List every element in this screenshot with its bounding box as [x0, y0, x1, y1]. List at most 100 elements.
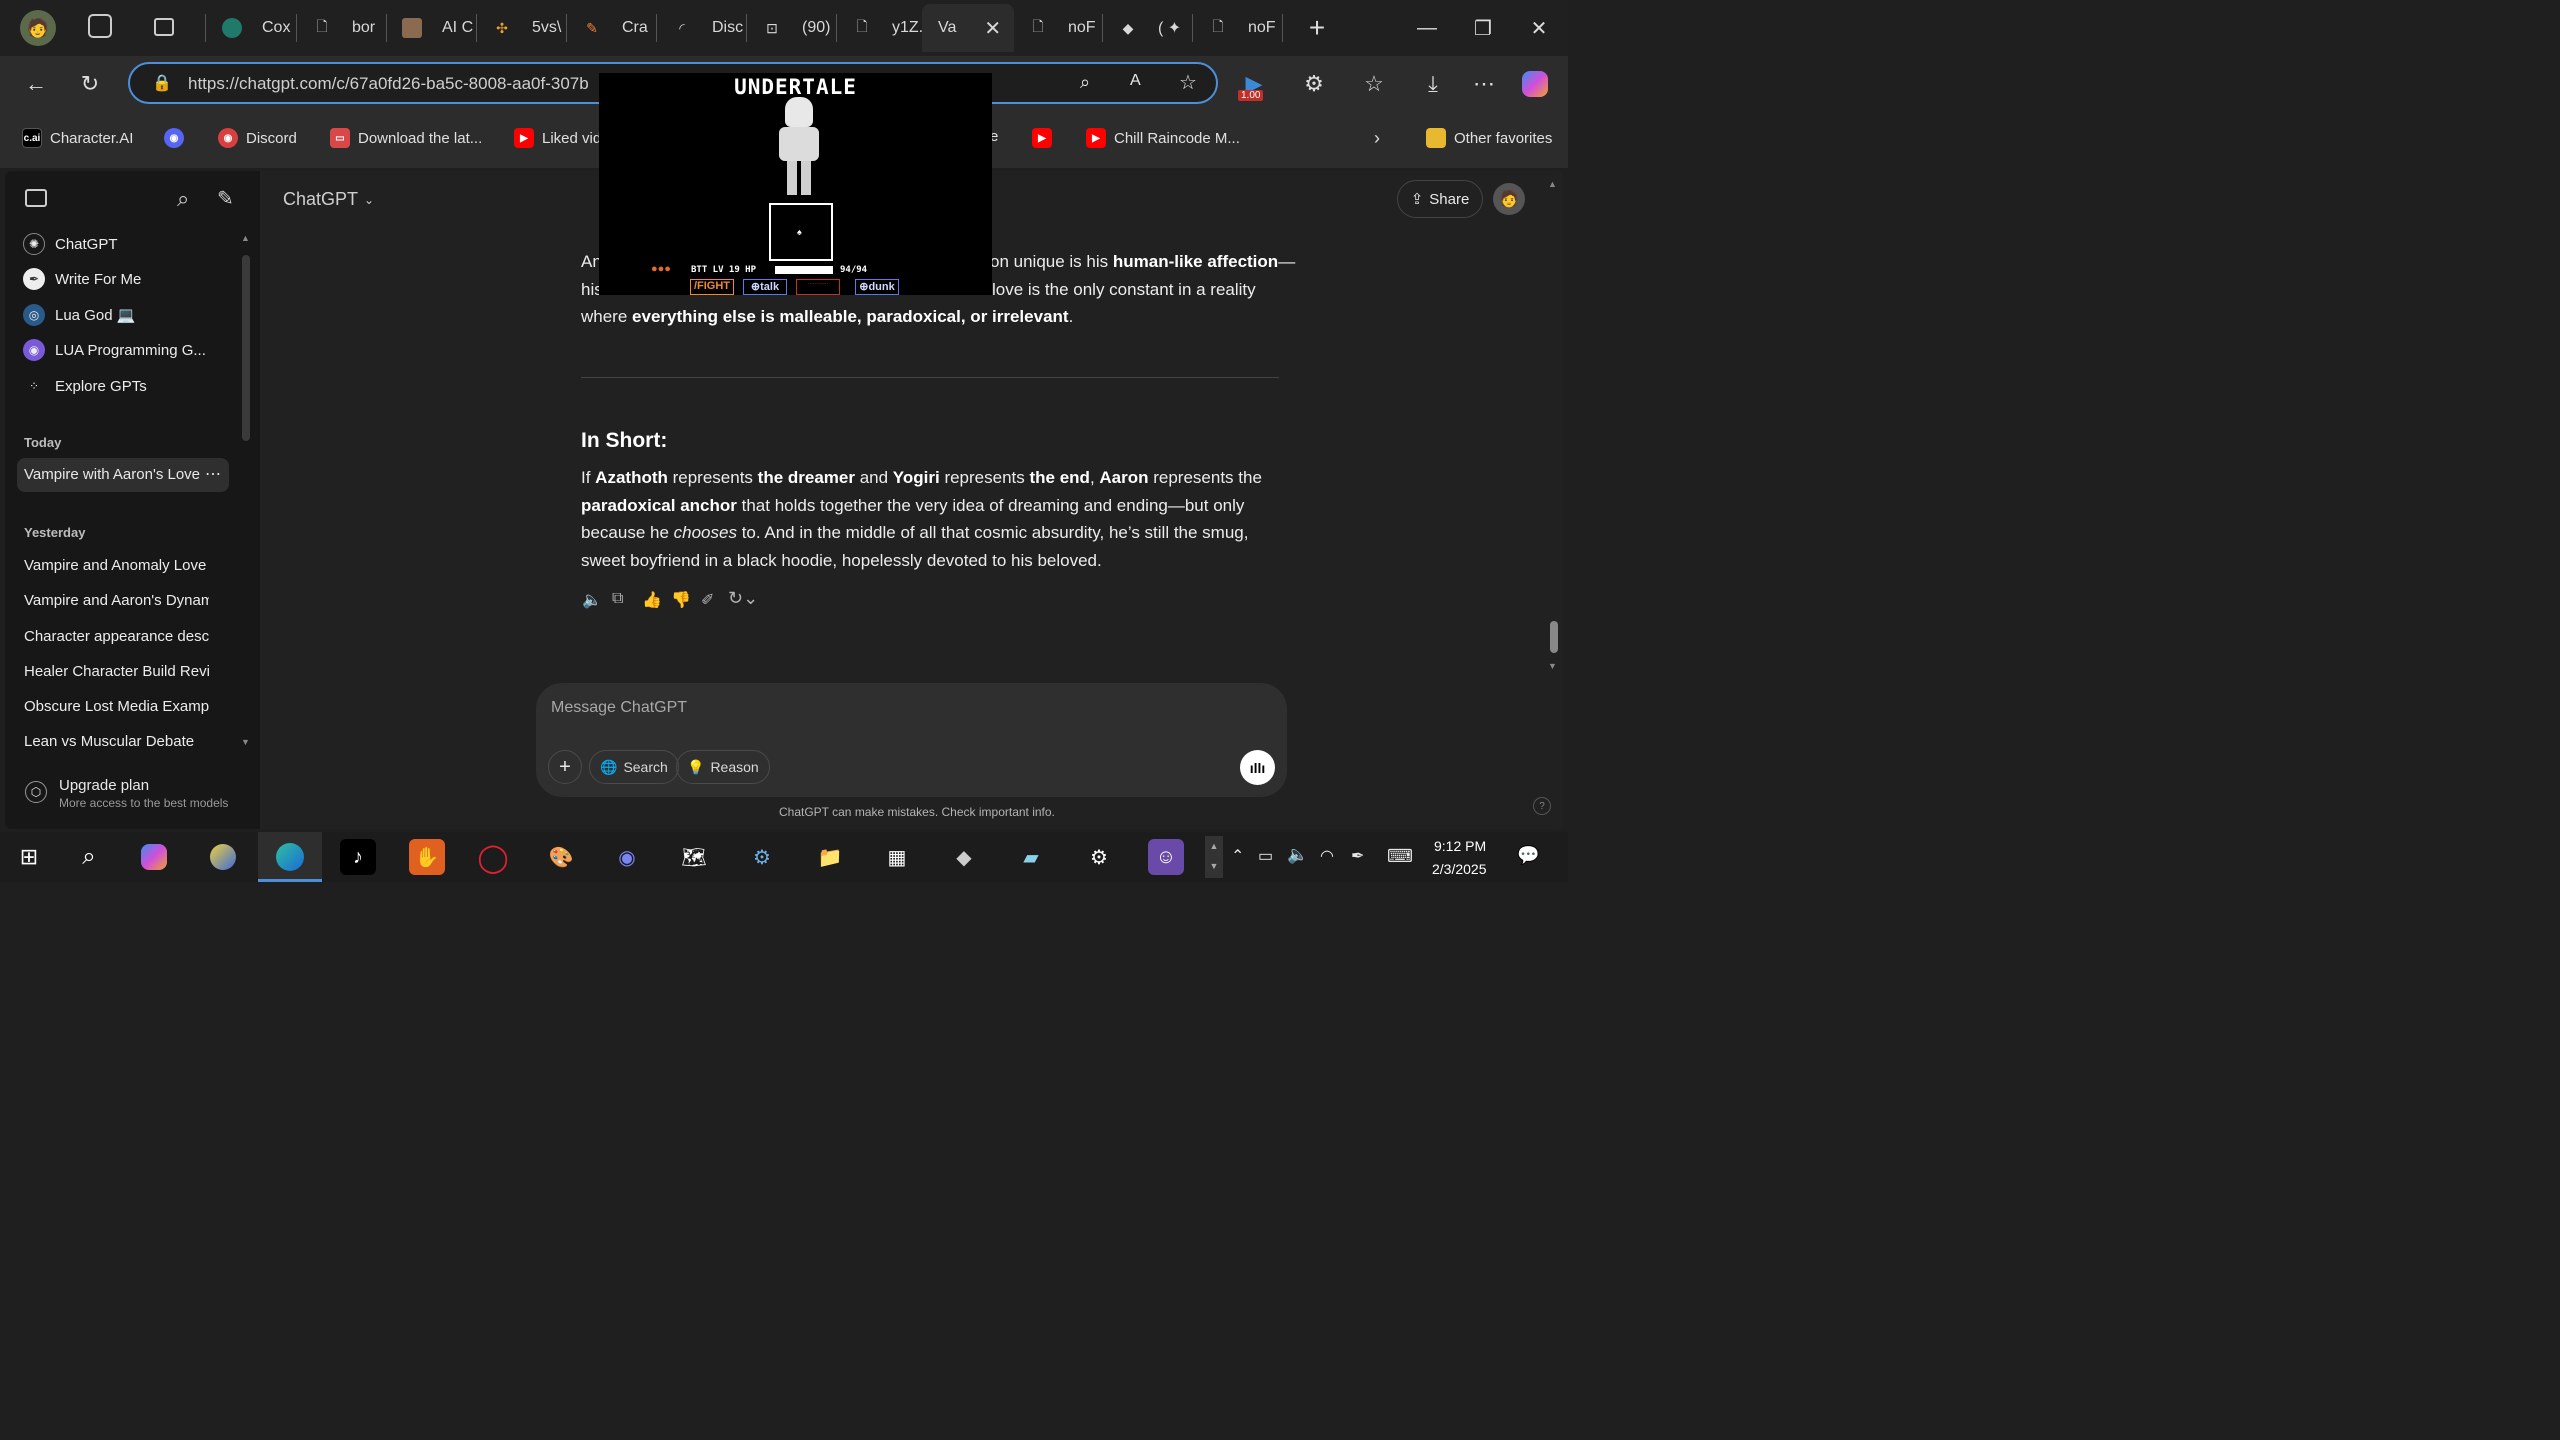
- notifications-icon[interactable]: 💬: [1517, 845, 1539, 866]
- url-text[interactable]: https://chatgpt.com/c/67a0fd26-ba5c-8008…: [188, 74, 589, 94]
- page-scroll-up-icon[interactable]: ▲: [1548, 179, 1557, 189]
- bookmark-other-favorites[interactable]: Other favorites: [1426, 128, 1552, 148]
- tab-5[interactable]: ◜ Disc: [664, 4, 744, 52]
- bookmark-chill-raincode[interactable]: ▶ Chill Raincode M...: [1086, 128, 1240, 148]
- more-icon[interactable]: ⋯: [1464, 64, 1504, 104]
- tab-9[interactable]: 🗋 noF: [1020, 4, 1100, 52]
- steam-app-icon[interactable]: ⚙: [744, 839, 780, 875]
- edge-app-icon[interactable]: [258, 832, 322, 882]
- search-button[interactable]: 🌐 Search: [589, 750, 679, 784]
- tab-6[interactable]: ⊡ (90): [754, 4, 834, 52]
- clock-date[interactable]: 2/3/2025: [1432, 861, 1487, 877]
- explore-gpts[interactable]: ⁘ Explore GPTs: [23, 375, 147, 397]
- opera-app-icon[interactable]: ◯: [475, 839, 511, 875]
- roblox-app-icon[interactable]: ◆: [946, 839, 982, 875]
- bookmarks-overflow-chevron[interactable]: ›: [1374, 128, 1380, 149]
- game-fight-button[interactable]: /FIGHT: [690, 279, 734, 295]
- copilot-icon[interactable]: [1515, 64, 1555, 104]
- ball-app-icon[interactable]: [205, 839, 241, 875]
- regenerate-icon[interactable]: ↻⌄: [728, 588, 758, 609]
- wifi-icon[interactable]: ◠: [1320, 846, 1334, 866]
- tray-chevron-up-icon[interactable]: ⌃: [1231, 846, 1244, 866]
- sidebar-scrollbar[interactable]: [242, 255, 250, 441]
- game-overlay-window[interactable]: UNDERTALE ♠ ●●● BTT LV 19 HP 94/94 /FIGH…: [599, 73, 992, 295]
- bookmark-discord[interactable]: ◉ Discord: [218, 128, 297, 148]
- tab-0[interactable]: Cox: [214, 4, 294, 52]
- chat-item[interactable]: Lean vs Muscular Debate: [24, 733, 209, 750]
- tab-10[interactable]: ◆ ( ✦: [1110, 4, 1190, 52]
- extension-button[interactable]: ▶ 1.00: [1234, 64, 1274, 104]
- bookmark-youtube[interactable]: ▶: [1032, 128, 1052, 148]
- pen-icon[interactable]: ✒: [1351, 846, 1364, 866]
- chat-item[interactable]: Vampire and Anomaly Love: [24, 557, 209, 574]
- chat-item[interactable]: Healer Character Build Review: [24, 663, 209, 680]
- gpt-write-for-me[interactable]: ✒ Write For Me: [23, 268, 141, 290]
- user-avatar[interactable]: 🧑: [1493, 183, 1525, 215]
- keyboard-icon[interactable]: ⌨: [1387, 846, 1413, 867]
- gpt-lua-god[interactable]: ◎ Lua God 💻: [23, 304, 135, 326]
- file-explorer-icon[interactable]: 📁: [812, 839, 848, 875]
- game-dunk-button[interactable]: ⊕dunk: [855, 279, 899, 295]
- start-button[interactable]: ⊞: [11, 839, 47, 875]
- favorite-star-icon[interactable]: ☆: [1179, 70, 1197, 95]
- chat-item-active[interactable]: Vampire with Aaron's Love ⋯: [17, 458, 229, 492]
- bookmark-liked-videos[interactable]: ▶ Liked vid: [514, 128, 601, 148]
- model-selector[interactable]: ChatGPT ⌄: [283, 189, 374, 210]
- tiktok-app-icon[interactable]: ♪: [340, 839, 376, 875]
- chat-options-icon[interactable]: ⋯: [205, 464, 221, 484]
- back-button[interactable]: ←: [16, 64, 56, 104]
- read-aloud-icon[interactable]: A: [1130, 72, 1141, 90]
- zoom-icon[interactable]: ⌕: [1080, 72, 1090, 93]
- refresh-button[interactable]: ↻: [70, 64, 110, 104]
- tab-7[interactable]: 🗋 y1Z.: [844, 4, 924, 52]
- page-scroll-down-icon[interactable]: ▼: [1548, 661, 1557, 671]
- search-icon[interactable]: ⌕: [71, 839, 107, 875]
- upgrade-plan[interactable]: ⬡ Upgrade plan More access to the best m…: [23, 771, 243, 817]
- attach-button[interactable]: +: [548, 750, 582, 784]
- scroll-down-arrow-icon[interactable]: ▼: [241, 737, 250, 747]
- message-input[interactable]: Message ChatGPT: [551, 699, 1251, 717]
- discord-app-icon[interactable]: ◉: [609, 839, 645, 875]
- restore-button[interactable]: ❐: [1463, 8, 1503, 48]
- tab-11[interactable]: 🗋 noF: [1200, 4, 1280, 52]
- help-icon[interactable]: ?: [1533, 797, 1551, 815]
- new-chat-icon[interactable]: ✎: [217, 186, 234, 211]
- gpt-lua-programming[interactable]: ◉ LUA Programming G...: [23, 339, 206, 361]
- copy-icon[interactable]: ⧉: [612, 590, 623, 608]
- settings-icon[interactable]: ⚙: [1081, 839, 1117, 875]
- close-window-button[interactable]: ✕: [1519, 8, 1559, 48]
- bookmark-discord-icon-only[interactable]: ◉: [164, 128, 184, 148]
- game-item-button[interactable]: ............: [796, 279, 840, 295]
- read-aloud-icon[interactable]: 🔈: [582, 590, 602, 610]
- chat-item[interactable]: Character appearance descrip: [24, 628, 209, 645]
- vertical-tabs-icon[interactable]: [154, 18, 174, 36]
- tab-2[interactable]: AI C: [394, 4, 474, 52]
- anime-app-icon[interactable]: ☺: [1148, 839, 1184, 875]
- chat-item[interactable]: Obscure Lost Media Examples: [24, 698, 209, 715]
- gpt-chatgpt[interactable]: ✺ ChatGPT: [23, 233, 118, 255]
- thumbs-up-icon[interactable]: 👍: [642, 590, 662, 610]
- downloads-icon[interactable]: ⤓: [1413, 64, 1453, 104]
- thumbs-down-icon[interactable]: 👎: [671, 590, 691, 610]
- scroll-up-arrow-icon[interactable]: ▲: [241, 233, 250, 243]
- edit-canvas-icon[interactable]: ✐: [701, 590, 714, 610]
- reason-button[interactable]: 💡 Reason: [676, 750, 770, 784]
- chat-item[interactable]: Vampire and Aaron's Dynamic: [24, 592, 209, 609]
- close-tab-icon[interactable]: ✕: [984, 16, 1001, 41]
- taskbar-scroll-icon[interactable]: ▲ ▼: [1205, 836, 1223, 878]
- tab-3[interactable]: ✣ 5vs\: [484, 4, 564, 52]
- copilot-app-icon[interactable]: [136, 839, 172, 875]
- minimize-button[interactable]: —: [1407, 8, 1447, 48]
- workspaces-icon[interactable]: [88, 14, 112, 38]
- profile-avatar[interactable]: 🧑: [20, 10, 56, 46]
- tab-4[interactable]: ✎ Cra: [574, 4, 654, 52]
- tablet-app-icon[interactable]: ▰: [1013, 839, 1049, 875]
- voice-mode-button[interactable]: ıllı: [1240, 750, 1275, 785]
- search-icon[interactable]: ⌕: [177, 186, 189, 212]
- app-orange-icon[interactable]: ✋: [409, 839, 445, 875]
- tab-active[interactable]: Va ✕: [922, 4, 1014, 52]
- game-talk-button[interactable]: ⊕talk: [743, 279, 787, 295]
- clock-time[interactable]: 9:12 PM: [1434, 838, 1486, 854]
- page-scrollbar[interactable]: [1550, 621, 1558, 653]
- paint-app-icon[interactable]: 🎨: [543, 839, 579, 875]
